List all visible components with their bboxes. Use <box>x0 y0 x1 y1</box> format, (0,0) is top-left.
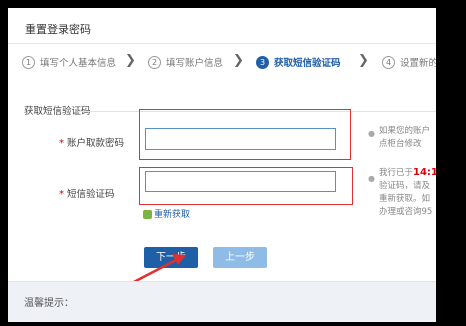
annotation-arrow <box>131 254 186 285</box>
warm-tip-title: 温馨提示： <box>24 298 74 309</box>
bottom-divider <box>8 281 436 282</box>
arrow-head <box>172 254 186 265</box>
arrow-shaft <box>131 258 177 285</box>
reset-password-panel: 重置登录密码 1 填写个人基本信息 ❯ 2 填写账户信息 ❯ 3 获取短信验证码 ❯ … <box>8 8 436 322</box>
